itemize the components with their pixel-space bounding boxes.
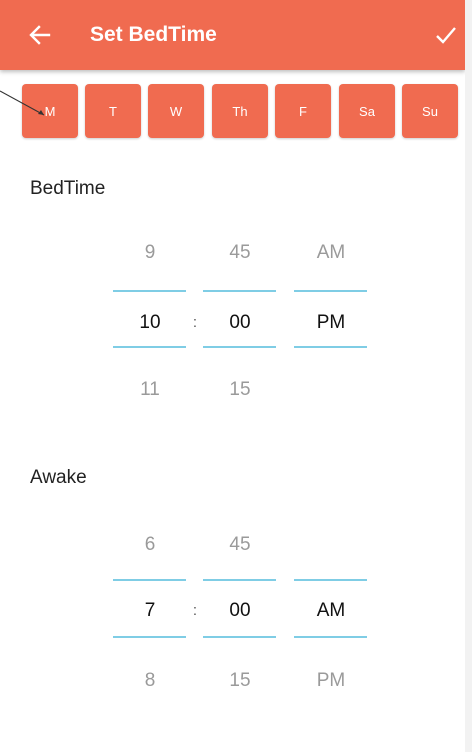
page-title: Set BedTime — [90, 23, 217, 46]
day-button-wednesday[interactable]: W — [148, 84, 204, 138]
awake-ampm-selected[interactable]: AM — [294, 600, 368, 622]
divider — [203, 290, 276, 292]
bedtime-minute-selected[interactable]: 00 — [203, 312, 277, 334]
divider — [294, 346, 367, 348]
bedtime-hour-selected[interactable]: 10 — [113, 312, 187, 334]
annotation-arrow — [0, 90, 45, 116]
divider — [203, 636, 276, 638]
back-button[interactable] — [22, 17, 58, 53]
awake-minute-next[interactable]: 15 — [203, 670, 277, 692]
check-icon — [436, 27, 456, 44]
arrow-left-icon — [29, 25, 51, 45]
day-button-saturday[interactable]: Sa — [339, 84, 395, 138]
awake-minute-selected[interactable]: 00 — [203, 600, 277, 622]
save-button[interactable] — [428, 17, 464, 53]
divider — [294, 579, 367, 581]
bedtime-hour-next[interactable]: 11 — [113, 379, 187, 401]
awake-hour-next[interactable]: 8 — [113, 670, 187, 692]
bedtime-label: BedTime — [30, 178, 106, 199]
divider — [113, 636, 186, 638]
awake-ampm-next[interactable]: PM — [294, 670, 368, 692]
divider — [203, 346, 276, 348]
divider — [294, 290, 367, 292]
awake-minute-prev[interactable]: 45 — [203, 534, 277, 556]
day-button-friday[interactable]: F — [275, 84, 331, 138]
bedtime-ampm-selected[interactable]: PM — [294, 312, 368, 334]
day-button-tuesday[interactable]: T — [85, 84, 141, 138]
divider — [113, 579, 186, 581]
divider — [203, 579, 276, 581]
day-button-sunday[interactable]: Su — [402, 84, 458, 138]
time-separator: : — [192, 602, 198, 619]
divider — [113, 346, 186, 348]
app-bar: Set BedTime — [0, 0, 465, 70]
awake-label: Awake — [30, 467, 87, 488]
bedtime-ampm-prev[interactable]: AM — [294, 242, 368, 264]
bedtime-minute-prev[interactable]: 45 — [203, 242, 277, 264]
time-separator: : — [192, 314, 198, 331]
bedtime-minute-next[interactable]: 15 — [203, 379, 277, 401]
divider — [113, 290, 186, 292]
awake-hour-selected[interactable]: 7 — [113, 600, 187, 622]
divider — [294, 636, 367, 638]
bedtime-hour-prev[interactable]: 9 — [113, 242, 187, 264]
day-button-thursday[interactable]: Th — [212, 84, 268, 138]
awake-hour-prev[interactable]: 6 — [113, 534, 187, 556]
day-selector: M T W Th F Sa Su — [0, 84, 472, 140]
